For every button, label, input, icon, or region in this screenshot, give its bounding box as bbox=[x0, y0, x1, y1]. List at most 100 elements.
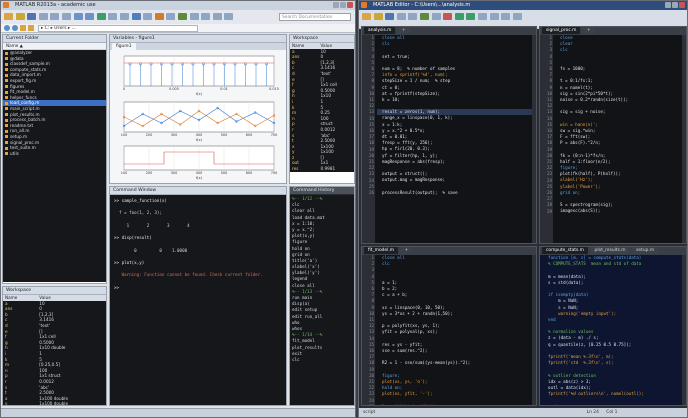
editor-scrollbar[interactable] bbox=[682, 35, 686, 243]
code-line: >> bbox=[114, 284, 122, 290]
command-window[interactable]: Command Window >> sample_function(x) f =… bbox=[109, 186, 287, 406]
comment-icon[interactable] bbox=[419, 13, 429, 20]
new-file-icon[interactable] bbox=[362, 13, 371, 20]
redo-icon[interactable] bbox=[85, 13, 95, 20]
community-icon[interactable] bbox=[143, 13, 153, 20]
file-list-item[interactable]: utils bbox=[3, 151, 106, 157]
tab-signal-proc[interactable]: signal_proc.m bbox=[542, 27, 581, 34]
addons-icon[interactable] bbox=[154, 13, 164, 20]
paste-icon[interactable] bbox=[61, 13, 71, 20]
editor-scrollbar[interactable] bbox=[682, 255, 686, 405]
table-row[interactable]: res 0.9981 bbox=[290, 166, 354, 172]
editor-pane-fit[interactable]: fit_model.m + 1 2 3 4 5 6 7 8 9 10 11 12 13 14 15 16 17 1… bbox=[361, 246, 537, 406]
resources-icon[interactable] bbox=[201, 13, 211, 20]
run-icon[interactable] bbox=[454, 13, 464, 20]
file-name: classdef_sample.m bbox=[10, 61, 50, 67]
code-line[interactable]: end bbox=[543, 404, 682, 406]
command-output[interactable]: >> sample_function(x) f = foo(1, 2, 3); … bbox=[110, 195, 286, 405]
minimize-icon[interactable] bbox=[665, 2, 671, 8]
back-icon[interactable] bbox=[4, 25, 10, 31]
close-icon[interactable] bbox=[679, 2, 685, 8]
window-titlebar: MATLAB Editor - C:\Users\...\analysis.m bbox=[359, 1, 687, 10]
code-area[interactable]: function [m, s] = compute_stats(data) % … bbox=[540, 255, 682, 405]
file-type: script bbox=[363, 410, 376, 415]
indent-icon[interactable] bbox=[431, 13, 441, 20]
advance-icon[interactable] bbox=[477, 13, 487, 20]
file-name: plot_results.m bbox=[10, 111, 40, 117]
tab-figure1[interactable]: figure1 bbox=[112, 43, 136, 50]
simulink-icon[interactable] bbox=[96, 13, 106, 20]
path-segment[interactable]: ▸ bbox=[68, 26, 70, 31]
open-file-icon[interactable] bbox=[15, 13, 25, 20]
new-tab-button[interactable]: + bbox=[400, 247, 413, 254]
code-area[interactable]: close all clc set = true; num = 8; % num… bbox=[375, 35, 532, 243]
breakpoint-icon[interactable] bbox=[443, 13, 453, 20]
up-folder-icon[interactable] bbox=[20, 25, 26, 31]
undo-icon[interactable] bbox=[73, 13, 83, 20]
address-bar[interactable]: ▸ C: ▸ Users ▸ ... bbox=[1, 24, 355, 33]
publish-icon[interactable] bbox=[501, 13, 511, 20]
view-icon[interactable] bbox=[512, 13, 522, 20]
file-icon bbox=[5, 146, 8, 150]
environment-icon[interactable] bbox=[189, 13, 199, 20]
path-segment[interactable]: ▸ bbox=[41, 26, 43, 31]
editor-scrollbar[interactable] bbox=[532, 35, 536, 243]
find-icon[interactable] bbox=[408, 13, 418, 20]
table-row[interactable]: y 1x100 double bbox=[3, 401, 106, 405]
file-name: run_all.m bbox=[10, 128, 30, 134]
new-tab-button[interactable]: + bbox=[398, 27, 410, 34]
tab-compute-stats[interactable]: compute_stats.m bbox=[542, 247, 588, 254]
print-icon[interactable] bbox=[396, 13, 406, 20]
tab-fit-model[interactable]: fit_model.m bbox=[364, 247, 399, 254]
file-icon bbox=[5, 85, 8, 89]
column-header-name[interactable]: Name ▲ bbox=[3, 43, 106, 50]
current-folder-path[interactable]: ▸ C: ▸ Users ▸ ... bbox=[38, 25, 198, 32]
run-time-icon[interactable] bbox=[489, 13, 499, 20]
editor-pane-analysis[interactable]: analysis.m + 1 2 3 4 5 6 7 8 9 10 11 12 13 14 15 16 17 18… bbox=[361, 26, 537, 244]
save-icon[interactable] bbox=[27, 13, 37, 20]
code-line[interactable]: processResult(output); % save bbox=[377, 190, 532, 196]
search-documentation-input[interactable]: Search Documentation bbox=[279, 13, 351, 21]
close-icon[interactable] bbox=[347, 2, 353, 8]
save-icon[interactable] bbox=[385, 13, 395, 20]
code-area[interactable]: close all clc a = 1; b = 2; c = a + b; x… bbox=[375, 255, 532, 405]
tab-plot-results[interactable]: plot_results.m bbox=[590, 247, 630, 254]
open-icon[interactable] bbox=[373, 13, 383, 20]
code-line: Warning: Function cannot be found. Check… bbox=[114, 272, 263, 278]
code-line[interactable]: imagesc(abs(S)); bbox=[555, 208, 682, 214]
new-script-icon[interactable] bbox=[4, 13, 13, 20]
apps-icon[interactable] bbox=[177, 13, 187, 20]
details-panel: Workspace Name Value a 10 ans 0 b [1,2,3] c 3.1… bbox=[2, 286, 107, 406]
path-segment[interactable]: ▸ bbox=[51, 26, 53, 31]
code-line[interactable]: legend('data', 'fit'); bbox=[377, 404, 532, 406]
preferences-icon[interactable] bbox=[119, 13, 129, 20]
maximize-icon[interactable] bbox=[672, 2, 678, 8]
maximize-icon[interactable] bbox=[340, 2, 346, 8]
path-segment[interactable]: Users bbox=[54, 26, 66, 31]
editor-pane-signal[interactable]: signal_proc.m + 1 2 3 4 5 6 7 8 9 10 11 12 13 14 15 16 1… bbox=[539, 26, 687, 244]
parallel-icon[interactable] bbox=[166, 13, 176, 20]
new-tab-button[interactable]: + bbox=[583, 27, 595, 34]
file-name: signal_proc.m bbox=[10, 139, 40, 145]
tab-analysis[interactable]: analysis.m bbox=[364, 27, 396, 34]
run-section-icon[interactable] bbox=[466, 13, 476, 20]
matlab-desktop-window: MATLAB R2013a - academic use Search Docu… bbox=[0, 0, 356, 418]
path-segment[interactable]: ... bbox=[72, 26, 76, 31]
file-name: fit_model.m bbox=[10, 89, 35, 95]
tick-label: 400 bbox=[196, 133, 202, 137]
editor-scrollbar[interactable] bbox=[532, 255, 536, 405]
help-icon[interactable] bbox=[131, 13, 141, 20]
minimize-icon[interactable] bbox=[333, 2, 339, 8]
tab-setup[interactable]: setup.m bbox=[632, 247, 659, 254]
analyze-icon[interactable] bbox=[224, 13, 234, 20]
workspace-icon[interactable] bbox=[212, 13, 222, 20]
code-area[interactable]: close clear clc fs = 1000; t = 0:1/fs:1;… bbox=[553, 35, 682, 243]
forward-icon[interactable] bbox=[12, 25, 18, 31]
layout-icon[interactable] bbox=[108, 13, 118, 20]
panel-header: Command History bbox=[290, 187, 354, 195]
editor-pane-stats[interactable]: compute_stats.m plot_results.m setup.m f… bbox=[539, 246, 687, 406]
browse-folder-icon[interactable] bbox=[28, 25, 34, 31]
cut-icon[interactable] bbox=[38, 13, 48, 20]
copy-icon[interactable] bbox=[50, 13, 60, 20]
path-segment[interactable]: C: bbox=[45, 26, 50, 31]
